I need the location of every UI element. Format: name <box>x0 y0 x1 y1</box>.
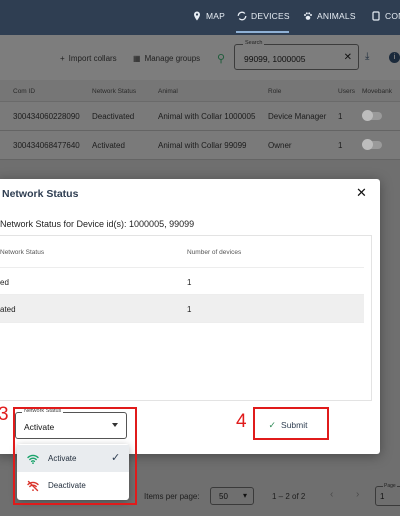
movebank-toggle[interactable] <box>362 139 382 150</box>
cell-status: Activated <box>92 141 125 150</box>
page-size-select[interactable]: 50 ▾ <box>210 487 254 505</box>
devices-table: Com ID Network Status Animal Role Users … <box>0 80 400 160</box>
header-animal: Animal <box>158 88 178 95</box>
nav-active-indicator <box>236 31 289 33</box>
collar-icon <box>372 11 380 21</box>
top-nav: MAP DEVICES ANIMALS CON <box>0 0 400 35</box>
header-users: Users <box>338 88 355 95</box>
movebank-toggle[interactable] <box>362 110 382 121</box>
table-row[interactable]: 300434068477640 Activated Animal with Co… <box>0 131 400 160</box>
close-icon[interactable]: ✕ <box>356 185 367 201</box>
download-icon[interactable]: ⤓ <box>365 51 369 62</box>
cell-role: Device Manager <box>268 112 327 121</box>
step-3-label: 3 <box>0 404 9 425</box>
cell-role: Owner <box>268 141 292 150</box>
clear-icon[interactable]: ✕ <box>344 52 352 63</box>
chevron-down-icon: ▾ <box>242 491 247 500</box>
cell-count: 1 <box>187 305 192 314</box>
highlight-submit <box>253 407 329 440</box>
page-number-input[interactable]: Page 1 <box>375 483 400 506</box>
devices-icon <box>237 11 247 21</box>
import-collars-label: Import collars <box>68 54 117 63</box>
dialog-title: Network Status <box>2 188 79 200</box>
paw-icon <box>304 12 312 20</box>
page-legend: Page <box>383 483 397 489</box>
status-summary-table: Network Status Number of devices ed 1 at… <box>0 235 372 401</box>
cell-status: ed <box>0 278 9 287</box>
items-per-page-label: Items per page: <box>144 492 200 501</box>
cell-count: 1 <box>187 278 192 287</box>
header-network-status: Network Status <box>92 88 137 95</box>
table-row[interactable]: 300434060228090 Deactivated Animal with … <box>0 102 400 131</box>
table-header: Com ID Network Status Animal Role Users … <box>0 80 400 102</box>
groups-icon: ▦ <box>133 54 141 63</box>
header-number-of-devices: Number of devices <box>187 249 242 256</box>
cell-com-id: 300434060228090 <box>13 112 80 121</box>
import-collars-button[interactable]: + Import collars <box>60 54 117 63</box>
nav-devices-label: DEVICES <box>251 11 290 21</box>
toolbar: + Import collars ▦ Manage groups ⚲ Searc… <box>0 35 400 80</box>
cell-animal: Animal with Collar 1000005 <box>158 112 256 121</box>
step-4-label: 4 <box>236 411 247 432</box>
plus-icon: + <box>60 54 65 63</box>
cell-com-id: 300434068477640 <box>13 141 80 150</box>
dialog-subtitle: Network Status for Device id(s): 1000005… <box>0 219 195 229</box>
previous-page-icon[interactable]: ‹ <box>330 489 333 500</box>
map-pin-icon <box>194 11 200 21</box>
search-legend: Search <box>243 40 265 46</box>
page-number-value: 1 <box>380 492 385 501</box>
nav-animals[interactable]: ANIMALS <box>303 11 356 21</box>
cell-status: Deactivated <box>92 112 135 121</box>
header-network-status: Network Status <box>0 249 45 256</box>
header-com-id: Com ID <box>13 88 36 95</box>
table-row: ed 1 <box>0 267 364 295</box>
search-value: 99099, 1000005 <box>244 54 306 64</box>
nav-collars[interactable]: CON <box>371 11 400 21</box>
search-icon[interactable]: ⚲ <box>217 52 225 65</box>
nav-map[interactable]: MAP <box>192 11 225 21</box>
highlight-select <box>13 407 137 505</box>
header-movebank: Movebank <box>362 88 392 95</box>
page-range: 1 – 2 of 2 <box>272 492 306 501</box>
nav-animals-label: ANIMALS <box>317 11 356 21</box>
page-size-value: 50 <box>219 492 228 501</box>
cell-users: 1 <box>338 112 343 121</box>
cell-status: ated <box>0 305 16 314</box>
header-role: Role <box>268 88 282 95</box>
nav-map-label: MAP <box>206 11 226 21</box>
manage-groups-label: Manage groups <box>144 54 201 63</box>
search-input[interactable]: Search 99099, 1000005 ✕ <box>234 40 359 70</box>
nav-collars-label: CON <box>385 11 400 21</box>
info-icon[interactable]: i <box>389 52 400 63</box>
table-row: ated 1 <box>0 295 364 323</box>
cell-animal: Animal with Collar 99099 <box>158 141 247 150</box>
next-page-icon[interactable]: › <box>356 489 359 500</box>
nav-devices[interactable]: DEVICES <box>237 11 290 21</box>
cell-users: 1 <box>338 141 343 150</box>
manage-groups-button[interactable]: ▦ Manage groups <box>133 54 200 63</box>
